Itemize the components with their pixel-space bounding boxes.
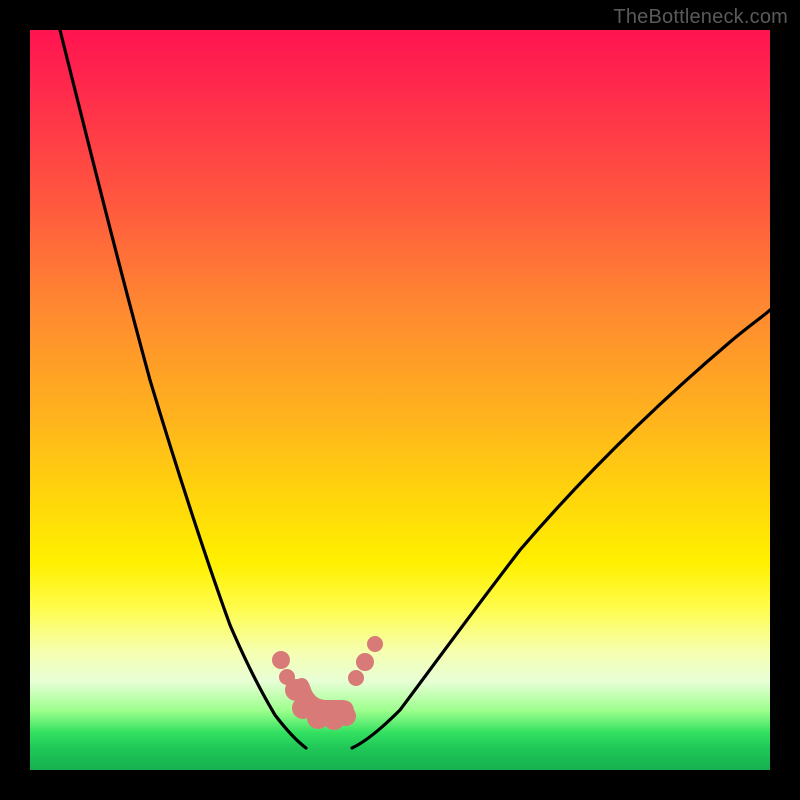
- left-curve: [60, 30, 306, 748]
- right-curve: [352, 310, 770, 748]
- watermark-text: TheBottleneck.com: [613, 6, 788, 29]
- chart-frame: TheBottleneck.com: [0, 0, 800, 800]
- chart-svg: [30, 30, 770, 770]
- marker-dot: [356, 653, 374, 671]
- marker-dot: [348, 670, 364, 686]
- plot-area: [30, 30, 770, 770]
- capsule-end: [336, 706, 356, 726]
- marker-dot: [272, 651, 290, 669]
- marker-dot: [367, 636, 383, 652]
